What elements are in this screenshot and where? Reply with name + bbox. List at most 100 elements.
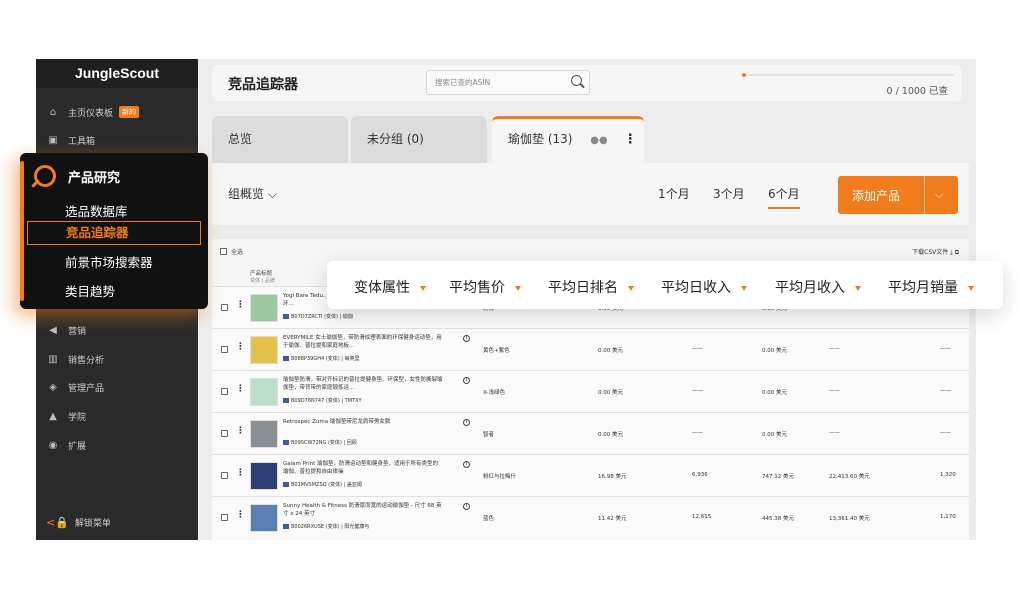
sidebar-item-toolbox[interactable]: ▣ 工具箱 [46, 132, 95, 148]
tab-ungrouped[interactable]: 未分组 (0) [351, 116, 487, 163]
sidebar-item-label: 销售分析 [68, 355, 105, 366]
people-icon[interactable]: ●● [590, 120, 607, 161]
popout-item-opportunity-finder[interactable]: 前景市场搜索器 [65, 252, 153, 271]
graduation-cap-icon: ▲ [49, 410, 57, 422]
cell-avg-price: 0.00 美元 [598, 390, 623, 396]
column-avg-daily-rank[interactable]: 平均日排名 [548, 277, 634, 297]
cell-avg-daily-revenue: 0.00 美元 [762, 348, 787, 354]
column-avg-monthly-sales[interactable]: 平均月销量 [888, 277, 974, 297]
row-menu-icon[interactable]: ⋮ [236, 510, 245, 520]
product-title[interactable]: Sunny Health & Fitness 防滑厚而宽的运动瑜伽垫 - 尺寸 … [283, 502, 443, 518]
sidebar-item-label: 扩展 [68, 441, 87, 452]
product-thumbnail[interactable] [250, 336, 278, 364]
cell-avg-daily-revenue: 0.00 美元 [762, 432, 787, 438]
progress-indicator [742, 73, 746, 77]
column-product-title[interactable]: 产品标题 变体 | 品牌 [250, 269, 275, 284]
product-asin: B07D7ZRCTI (变体) | 瑜伽 [283, 313, 353, 320]
row-checkbox[interactable] [221, 514, 228, 521]
row-menu-icon[interactable]: ⋮ [236, 468, 245, 478]
product-thumbnail[interactable] [250, 504, 278, 532]
period-6-months[interactable]: 6个月 [768, 185, 800, 209]
cell-avg-monthly-revenue: 13,361.40 美元 [829, 516, 870, 522]
page-title: 竞品追踪器 [228, 77, 298, 93]
product-asin: B01MVSMZSQ (变体) | 盖亚姆 [283, 481, 362, 488]
search-icon[interactable] [571, 75, 582, 86]
top-bar: 竞品追踪器 搜索已查的ASIN 0 / 1000 已查 [212, 65, 962, 101]
period-1-month[interactable]: 1个月 [658, 185, 690, 202]
info-icon[interactable]: i [463, 419, 470, 426]
sort-arrow-icon [420, 285, 426, 291]
sidebar-item-label: 管理产品 [68, 383, 105, 394]
row-checkbox[interactable] [221, 346, 228, 353]
download-csv-button[interactable]: 下载CSV文件 ⤓ ⧉ [912, 247, 959, 257]
cell-avg-price: 16.98 美元 [598, 474, 627, 480]
tab-overview[interactable]: 总览 [212, 116, 348, 163]
tab-yoga-mat[interactable]: 瑜伽垫 (13) ●● ⋮ [492, 116, 644, 163]
table-row[interactable]: ⋮ Retrospec Zuma 瑜伽垫带尼龙肩带男女款 B09SCW72NG (变… [212, 412, 969, 454]
row-checkbox[interactable] [221, 472, 228, 479]
select-all[interactable]: 全选 [220, 247, 243, 256]
product-thumbnail[interactable] [250, 378, 278, 406]
row-menu-icon[interactable]: ⋮ [236, 384, 245, 394]
table-row[interactable]: ⋮ 瑜伽垫防滑，带对齐标记的普拉提健身垫、环保型，女性防撕裂瑜伽垫，带背带的家庭锻… [212, 370, 969, 412]
sidebar-item-dashboard[interactable]: ⌂ 主页仪表板 新的 [46, 104, 140, 120]
popout-item-product-database[interactable]: 选品数据库 [65, 201, 128, 220]
sidebar-item-manage-products[interactable]: ◈ 管理产品 [46, 379, 104, 395]
product-title[interactable]: Retrospec Zuma 瑜伽垫带尼龙肩带男女款 [283, 418, 443, 426]
product-thumbnail[interactable] [250, 294, 278, 322]
chevron-down-icon[interactable]: ⌵ [935, 188, 943, 202]
product-title[interactable]: EVERYMILE 女士瑜伽垫，带防滑纹理表面的环保健身运动垫，用于瑜伽、普拉提… [283, 334, 443, 350]
column-avg-monthly-revenue[interactable]: 平均月收入 [775, 277, 861, 297]
column-avg-daily-revenue[interactable]: 平均日收入 [661, 277, 747, 297]
info-icon[interactable]: i [463, 461, 470, 468]
popout-item-product-tracker[interactable]: 竞品追踪器 [27, 221, 201, 245]
search-placeholder: 搜索已查的ASIN [435, 78, 491, 87]
period-3-months[interactable]: 3个月 [713, 185, 745, 202]
asin-text: B01MVSMZSQ (变体) | 盖亚姆 [291, 482, 362, 488]
popout-item-category-trends[interactable]: 类目趋势 [65, 281, 115, 300]
asin-text: B0026RXUSE (变体) | 阳光健康与 [291, 524, 370, 530]
column-variant-attr[interactable]: 变体属性 [354, 277, 426, 297]
group-overview-dropdown[interactable]: 组概览 ⌵ [228, 185, 277, 202]
column-label: 平均售价 [449, 280, 505, 296]
table-row[interactable]: ⋮ Gaiam Print 瑜伽垫，防滑运动垫和健身垫，适用于所有类型的瑜伽、普拉… [212, 454, 969, 496]
info-icon[interactable]: i [463, 335, 470, 342]
chrome-icon: ◉ [48, 439, 58, 451]
unlock-menu-button[interactable]: <🔒 解锁菜单 [46, 516, 111, 529]
info-icon[interactable]: i [463, 377, 470, 384]
product-title[interactable]: 瑜伽垫防滑，带对齐标记的普拉提健身垫、环保型，女性防撕裂瑜伽垫，带背带的家庭锻炼… [283, 376, 443, 392]
sidebar-item-academy[interactable]: ▲ 学院 [46, 408, 86, 424]
asin-text: B07D7ZRCTI (变体) | 瑜伽 [291, 314, 353, 320]
toolbox-icon: ▣ [48, 134, 58, 146]
row-checkbox[interactable] [221, 304, 228, 311]
row-menu-icon[interactable]: ⋮ [236, 300, 245, 310]
sidebar-item-marketing[interactable]: ◀ 营销 [46, 322, 86, 338]
box-icon: ◈ [49, 381, 57, 393]
row-menu-icon[interactable]: ⋮ [236, 426, 245, 436]
column-avg-price[interactable]: 平均售价 [449, 277, 521, 297]
add-product-button[interactable]: 添加产品 ⌵ [838, 176, 958, 214]
search-input[interactable]: 搜索已查的ASIN [426, 70, 590, 95]
cell-avg-monthly-revenue: —— [829, 388, 840, 394]
sidebar-item-extensions[interactable]: ◉ 扩展 [46, 437, 86, 453]
megaphone-icon: ◀ [49, 324, 57, 336]
info-icon[interactable]: i [463, 503, 470, 510]
cell-avg-daily-revenue: 445.38 美元 [762, 516, 794, 522]
home-icon: ⌂ [49, 106, 57, 118]
row-checkbox[interactable] [221, 430, 228, 437]
sidebar-item-sales-analytics[interactable]: ▥ 销售分析 [46, 351, 104, 367]
product-thumbnail[interactable] [250, 420, 278, 448]
cell-avg-daily-revenue: 747.12 美元 [762, 474, 794, 480]
product-title[interactable]: Gaiam Print 瑜伽垫，防滑运动垫和健身垫，适用于所有类型的瑜伽、普拉提… [283, 460, 443, 476]
kebab-menu-icon[interactable]: ⋮ [624, 119, 637, 160]
popout-title[interactable]: 产品研究 [34, 165, 120, 187]
cell-avg-monthly-sales: —— [940, 388, 951, 394]
brand-logo[interactable]: JungleScout [36, 59, 198, 88]
table-row[interactable]: ⋮ Sunny Health & Fitness 防滑厚而宽的运动瑜伽垫 - 尺寸… [212, 496, 969, 540]
product-thumbnail[interactable] [250, 462, 278, 490]
column-title-label: 产品标题 [250, 271, 273, 277]
row-menu-icon[interactable]: ⋮ [236, 342, 245, 352]
select-all-checkbox[interactable] [220, 248, 227, 255]
table-row[interactable]: ⋮ EVERYMILE 女士瑜伽垫，带防滑纹理表面的环保健身运动垫，用于瑜伽、普拉… [212, 328, 969, 370]
row-checkbox[interactable] [221, 388, 228, 395]
